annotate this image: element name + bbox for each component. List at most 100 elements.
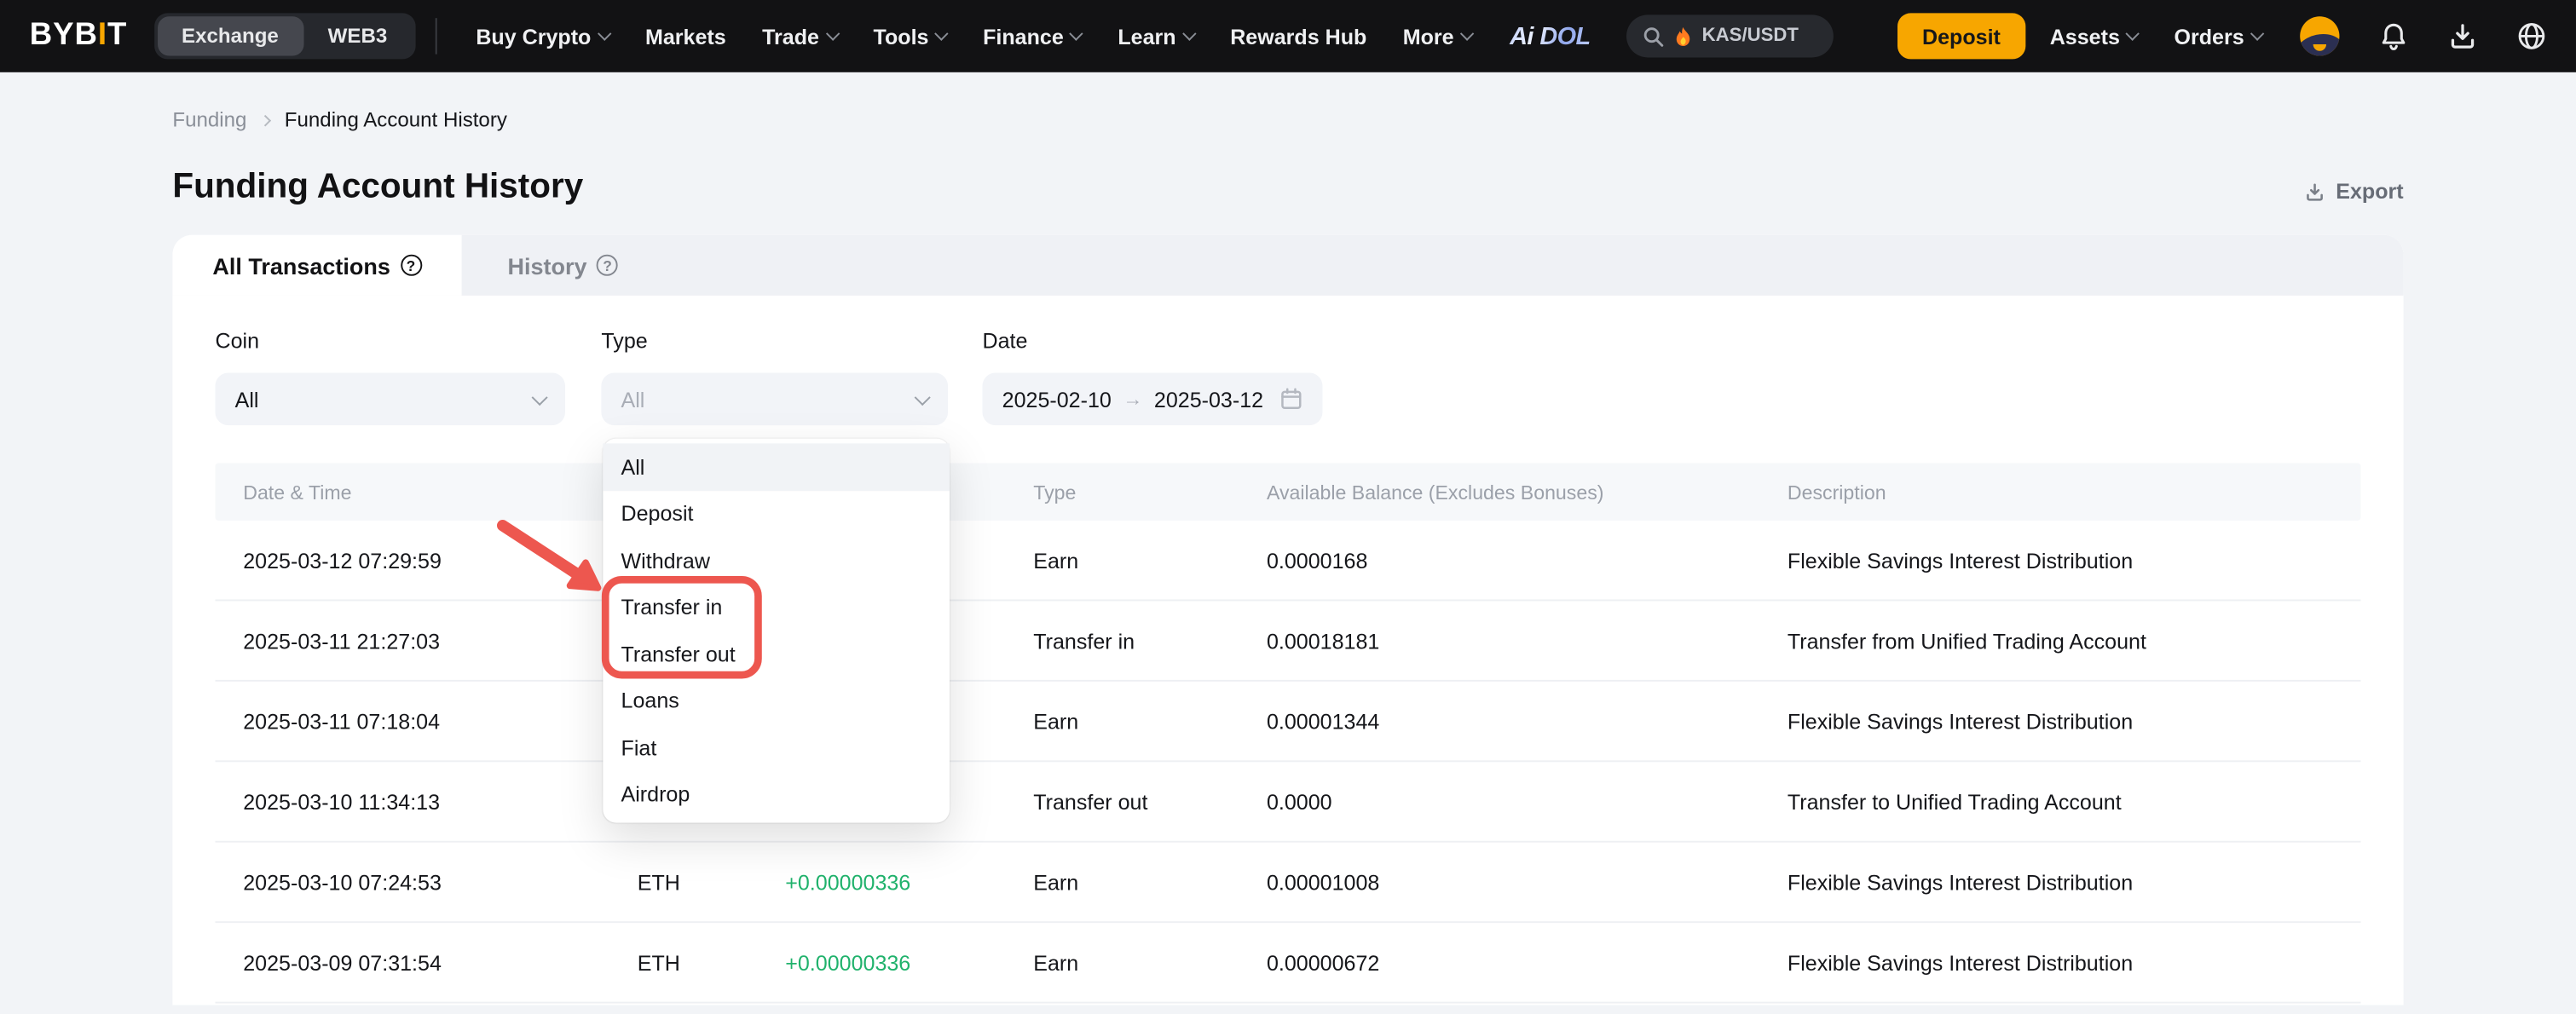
date-end-value: 2025-03-12 [1154,387,1263,412]
cell-datetime: 2025-03-12 07:29:59 [243,548,638,573]
cell-datetime: 2025-03-10 11:34:13 [243,789,638,814]
chevron-down-icon [1182,26,1196,40]
cell-type: Transfer out [1033,789,1267,814]
page-title: Funding Account History [172,168,583,207]
chevron-down-icon [825,26,839,40]
aidol-logo[interactable]: Ai DOL [1503,22,1597,50]
toggle-web3[interactable]: WEB3 [303,16,412,55]
col-type: Type [1033,481,1267,504]
chevron-down-icon [1070,26,1083,40]
cell-type: Transfer in [1033,628,1267,653]
breadcrumb-funding[interactable]: Funding [172,108,246,131]
nav-item-assets[interactable]: Assets [2032,0,2157,72]
bybit-logo[interactable]: BYBIT [30,18,128,54]
language-button[interactable] [2515,20,2549,53]
coin-select[interactable]: All [215,372,565,425]
export-button[interactable]: Export [2303,179,2404,207]
cell-description: Flexible Savings Interest Distribution [1788,709,2333,734]
search-icon [1643,26,1664,47]
flame-icon [1674,26,1692,47]
cell-coin: ETH [638,870,785,895]
page-body: Funding Funding Account History Funding … [0,108,2576,1005]
dropdown-item-transfer-in[interactable]: Transfer in [603,584,950,631]
cell-description: Flexible Savings Interest Distribution [1788,870,2333,895]
help-icon[interactable]: ? [400,255,421,276]
bell-icon [2377,20,2411,52]
globe-icon [2515,20,2549,53]
dropdown-item-deposit[interactable]: Deposit [603,490,950,537]
filter-type: Type All [601,328,948,425]
nav-menu: Buy Crypto Markets Trade Tools Finance L… [458,0,1490,72]
dropdown-item-loans[interactable]: Loans [603,677,950,724]
download-icon [2446,20,2480,53]
tab-all-transactions[interactable]: All Transactions ? [172,235,461,296]
avatar[interactable] [2300,16,2339,55]
cell-datetime: 2025-03-09 07:31:54 [243,950,638,975]
search-box[interactable]: KAS/USDT [1626,14,1834,57]
dropdown-item-transfer-out[interactable]: Transfer out [603,631,950,677]
table-header: Date & Time Coin Quantity Type Available… [215,463,2360,520]
logo-text-post: T [107,18,127,54]
exchange-web3-toggle: Exchange WEB3 [153,13,415,59]
type-select-value: All [621,387,645,412]
dropdown-item-withdraw[interactable]: Withdraw [603,537,950,584]
logo-text-pre: BYB [30,18,98,54]
table-row: 2025-03-11 21:27:03 Transfer in 0.000181… [215,601,2360,681]
cell-description: Transfer to Unified Trading Account [1788,789,2333,814]
cell-balance: 0.00001008 [1267,870,1788,895]
nav-item-rewards-hub[interactable]: Rewards Hub [1212,0,1385,72]
date-start-value: 2025-02-10 [1002,387,1112,412]
notifications-button[interactable] [2377,20,2411,52]
tab-history[interactable]: History ? [462,235,665,296]
cell-quantity: +0.00000336 [785,950,1033,975]
nav-item-learn[interactable]: Learn [1100,0,1212,72]
dropdown-item-fiat[interactable]: Fiat [603,724,950,771]
cell-description: Flexible Savings Interest Distribution [1788,950,2333,975]
breadcrumb-chevron-icon [260,114,272,126]
col-description: Description [1788,481,2333,504]
help-icon[interactable]: ? [597,255,618,276]
cell-balance: 0.00001344 [1267,709,1788,734]
breadcrumb-current: Funding Account History [285,108,507,131]
deposit-button[interactable]: Deposit [1897,13,2025,59]
chevron-down-icon [2126,26,2140,40]
search-hot-pair: KAS/USDT [1702,26,1799,46]
app-viewport: BYBIT Exchange WEB3 Buy Crypto Markets T… [0,0,2576,1013]
cell-balance: 0.0000 [1267,789,1788,814]
history-card: All Transactions ? History ? Coin All [172,235,2403,1005]
date-range-picker[interactable]: 2025-02-10 → 2025-03-12 [983,372,1323,425]
table-row: 2025-03-10 07:24:53 ETH +0.00000336 Earn… [215,843,2360,923]
nav-item-more[interactable]: More [1385,0,1490,72]
avatar-face [2300,30,2339,56]
coin-filter-label: Coin [215,328,565,353]
logo-accent: I [98,18,107,54]
cell-type: Earn [1033,950,1267,975]
nav-item-buy-crypto[interactable]: Buy Crypto [458,0,627,72]
nav-item-tools[interactable]: Tools [855,0,965,72]
filters-row: Coin All Type All Date 2025 [172,296,2403,425]
date-filter-label: Date [983,328,1323,353]
chevron-down-icon [532,389,548,405]
table-row: 2025-03-12 07:29:59 Earn 0.0000168 Flexi… [215,521,2360,601]
type-filter-label: Type [601,328,948,353]
col-available-balance: Available Balance (Excludes Bonuses) [1267,481,1788,504]
nav-item-finance[interactable]: Finance [965,0,1100,72]
nav-item-markets[interactable]: Markets [627,0,744,72]
top-navbar: BYBIT Exchange WEB3 Buy Crypto Markets T… [0,0,2576,72]
nav-item-orders[interactable]: Orders [2156,0,2280,72]
chevron-down-icon [2250,26,2264,40]
nav-item-trade[interactable]: Trade [744,0,855,72]
dropdown-item-airdrop[interactable]: Airdrop [603,771,950,818]
cell-datetime: 2025-03-10 07:24:53 [243,870,638,895]
chevron-down-icon [598,26,611,40]
downloads-button[interactable] [2446,20,2480,53]
cell-description: Transfer from Unified Trading Account [1788,628,2333,653]
cell-balance: 0.00000672 [1267,950,1788,975]
filter-coin: Coin All [215,328,565,425]
cell-type: Earn [1033,870,1267,895]
toggle-exchange[interactable]: Exchange [157,16,303,55]
export-label: Export [2336,179,2403,204]
type-select[interactable]: All [601,372,948,425]
dropdown-item-all[interactable]: All [603,443,950,490]
chevron-down-icon [1460,26,1474,40]
